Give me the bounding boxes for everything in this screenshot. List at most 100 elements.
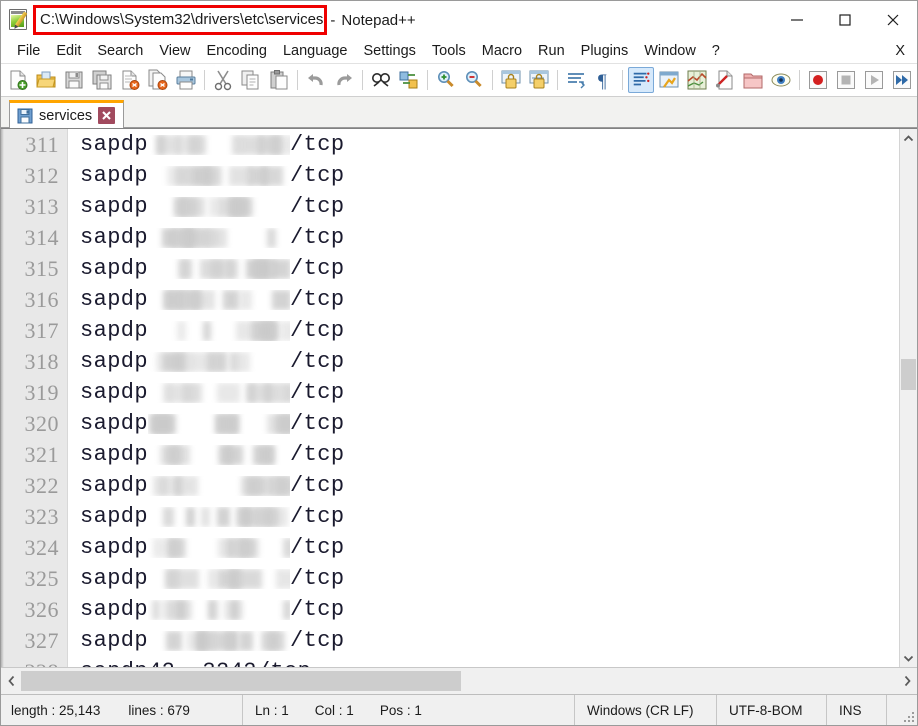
replace-icon[interactable] xyxy=(396,67,422,93)
undo-icon[interactable] xyxy=(303,67,329,93)
status-eol-format[interactable]: Windows (CR LF) xyxy=(575,695,717,725)
folder-as-workspace-icon[interactable] xyxy=(740,67,766,93)
scroll-right-button[interactable] xyxy=(897,669,917,693)
code-content[interactable]: sapdp/tcp sapdp/tcp sapdp/tcp sapdp/tcp sapd… xyxy=(68,129,899,667)
minimize-button[interactable] xyxy=(773,1,821,39)
run-macro-multiple-icon[interactable] xyxy=(889,67,915,93)
zoom-out-icon[interactable] xyxy=(461,67,487,93)
status-insert-mode[interactable]: INS xyxy=(827,695,887,725)
line-number: 314 xyxy=(24,225,59,250)
title-separator: - xyxy=(330,11,336,29)
maximize-button[interactable] xyxy=(821,1,869,39)
status-caret-position: Ln : 1 Col : 1 Pos : 1 xyxy=(243,695,575,725)
code-text: sapdp xyxy=(80,132,149,157)
zoom-in-icon[interactable] xyxy=(433,67,459,93)
code-line: sapdp42 3242/tcp xyxy=(80,656,899,667)
user-defined-dialog-icon[interactable] xyxy=(656,67,682,93)
menu-item-language[interactable]: Language xyxy=(275,41,356,61)
code-text: sapdp xyxy=(80,411,149,436)
record-macro-icon[interactable] xyxy=(805,67,831,93)
horizontal-scroll-thumb[interactable] xyxy=(21,671,461,691)
code-line: sapdp/tcp xyxy=(80,501,899,532)
tab-services[interactable]: services xyxy=(9,100,125,128)
close-file-icon[interactable] xyxy=(117,67,143,93)
menu-item-help[interactable]: ? xyxy=(704,41,728,61)
find-icon[interactable] xyxy=(368,67,394,93)
horizontal-scroll-track[interactable] xyxy=(21,669,897,693)
sync-vertical-scroll-icon[interactable] xyxy=(498,67,524,93)
sync-horizontal-scroll-icon[interactable] xyxy=(526,67,552,93)
title-file-path: C:\Windows\System32\drivers\etc\services xyxy=(40,11,324,28)
function-list-icon[interactable] xyxy=(712,67,738,93)
tab-bar: services xyxy=(1,97,917,128)
menu-item-file[interactable]: File xyxy=(9,41,48,61)
document-map-icon[interactable] xyxy=(684,67,710,93)
word-wrap-icon[interactable] xyxy=(563,67,589,93)
print-icon[interactable] xyxy=(173,67,199,93)
play-macro-icon[interactable] xyxy=(861,67,887,93)
status-bar: length : 25,143 lines : 679 Ln : 1 Col :… xyxy=(1,694,917,725)
menu-item-search[interactable]: Search xyxy=(89,41,151,61)
tab-label: services xyxy=(39,107,93,124)
vertical-scroll-thumb[interactable] xyxy=(901,358,916,390)
save-icon[interactable] xyxy=(61,67,87,93)
redacted-text xyxy=(148,320,291,341)
redo-icon[interactable] xyxy=(331,67,357,93)
paste-icon[interactable] xyxy=(266,67,292,93)
new-file-icon[interactable] xyxy=(5,67,31,93)
notepadpp-icon xyxy=(7,8,31,32)
menu-item-tools[interactable]: Tools xyxy=(424,41,474,61)
menu-item-plugins[interactable]: Plugins xyxy=(573,41,637,61)
line-number: 311 xyxy=(25,132,59,157)
toolbar-separator xyxy=(799,70,800,90)
close-all-files-icon[interactable] xyxy=(145,67,171,93)
show-all-characters-icon[interactable] xyxy=(628,67,654,93)
scroll-up-button[interactable] xyxy=(900,129,917,147)
code-text: /tcp xyxy=(290,566,345,591)
title-bar: C:\Windows\System32\drivers\etc\services… xyxy=(1,1,917,39)
cut-icon[interactable] xyxy=(210,67,236,93)
close-button[interactable] xyxy=(869,1,917,39)
stop-macro-icon[interactable] xyxy=(833,67,859,93)
show-formatting-marks-icon[interactable]: ¶ xyxy=(591,67,617,93)
resize-grip-icon[interactable] xyxy=(902,710,914,722)
redacted-text xyxy=(148,599,291,620)
vertical-scrollbar[interactable] xyxy=(899,129,917,667)
horizontal-scrollbar[interactable] xyxy=(1,667,917,694)
close-tab-icon[interactable] xyxy=(98,107,116,124)
toolbar-separator xyxy=(297,70,298,90)
window-title: C:\Windows\System32\drivers\etc\services… xyxy=(35,9,416,31)
menu-item-edit[interactable]: Edit xyxy=(48,41,89,61)
monitoring-eye-icon[interactable] xyxy=(768,67,794,93)
save-all-icon[interactable] xyxy=(89,67,115,93)
menu-item-view[interactable]: View xyxy=(151,41,198,61)
line-number: 321 xyxy=(24,442,59,467)
close-document-button[interactable]: X xyxy=(887,41,917,61)
redacted-text xyxy=(148,568,291,589)
toolbar-separator xyxy=(622,70,623,90)
redacted-text xyxy=(148,475,291,496)
text-editor[interactable]: 311 312 313 314 315 316 317 318 319 320 … xyxy=(1,129,899,667)
copy-icon[interactable] xyxy=(238,67,264,93)
code-text: sapdp xyxy=(80,597,149,622)
scroll-down-button[interactable] xyxy=(900,649,917,667)
menu-item-run[interactable]: Run xyxy=(530,41,573,61)
menu-item-encoding[interactable]: Encoding xyxy=(199,41,275,61)
menu-item-settings[interactable]: Settings xyxy=(355,41,423,61)
status-encoding[interactable]: UTF-8-BOM xyxy=(717,695,827,725)
code-text: /tcp xyxy=(290,504,345,529)
menu-item-window[interactable]: Window xyxy=(636,41,704,61)
svg-text:¶: ¶ xyxy=(598,71,607,91)
redacted-text xyxy=(148,165,290,186)
open-file-icon[interactable] xyxy=(33,67,59,93)
scroll-left-button[interactable] xyxy=(1,669,21,693)
redacted-text xyxy=(148,196,290,217)
status-document-metrics: length : 25,143 lines : 679 xyxy=(1,695,243,725)
menu-item-macro[interactable]: Macro xyxy=(474,41,530,61)
code-text: sapdp xyxy=(80,566,149,591)
code-text: /tcp xyxy=(290,318,345,343)
code-line: sapdp/tcp xyxy=(80,191,899,222)
code-line: sapdp/tcp xyxy=(80,253,899,284)
code-line: sapdp/tcp xyxy=(80,222,899,253)
code-text: /tcp xyxy=(290,287,345,312)
